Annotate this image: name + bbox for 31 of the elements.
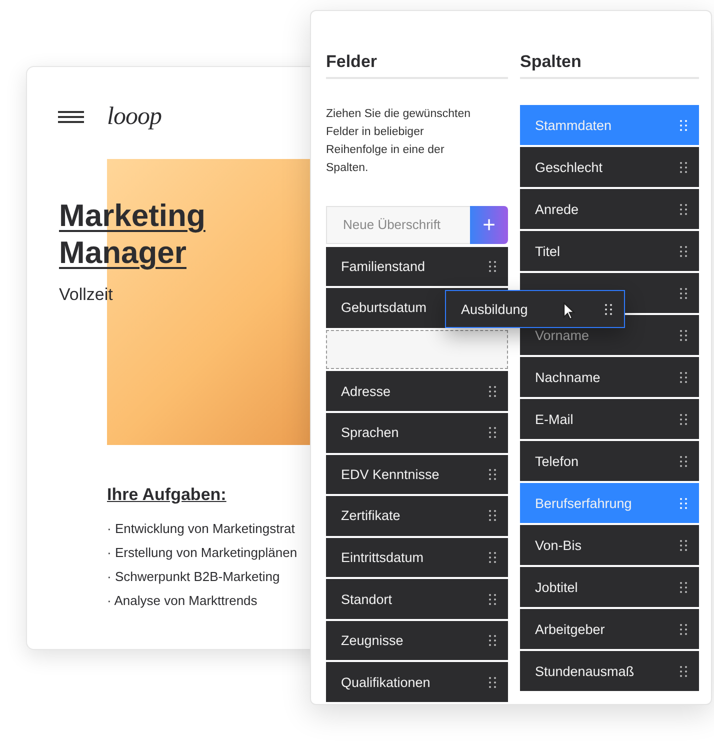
field-item[interactable]: Vorname [535,328,590,342]
field-item[interactable]: Nachname [535,370,600,384]
field-item[interactable]: E-Mail [535,412,574,426]
logo: looop [107,105,162,129]
tasks-heading: Ihre Aufgaben: [107,485,226,505]
task-item: · Erstellung von Marketingplänen [107,544,298,562]
field-item[interactable]: Jobtitel [535,580,578,594]
task-item: · Schwerpunkt B2B-Marketing [107,568,280,586]
field-item[interactable]: Anrede [535,202,579,216]
field-item[interactable]: Familienstand [341,258,426,274]
field-item[interactable]: Telefon [535,454,579,468]
field-item[interactable]: Von-Bis [535,538,582,552]
instruction-text: Ziehen Sie die gewünschten Felder in beliebiger Reihenfolge in eine der Spalten. [326,107,472,176]
field-item[interactable]: Eintrittsdatum [341,550,424,565]
field-item[interactable]: Zeugnisse [341,633,404,648]
job-title: Marketing [59,197,206,234]
field-item[interactable]: Arbeitgeber [535,622,605,636]
field-item[interactable]: Adresse [341,384,391,399]
field-item[interactable]: Sprachen [341,425,399,440]
column-heading: Spalten [520,51,699,79]
task-item: · Entwicklung von Marketingstrat [107,520,295,538]
column-heading: Felder [326,51,508,79]
field-item[interactable]: Geburtsdatum [341,300,427,316]
field-item[interactable]: Standort [341,592,392,607]
field-item[interactable]: Qualifikationen [341,674,430,690]
add-button[interactable]: + [470,206,508,244]
new-heading-field[interactable]: Neue Überschrift [326,206,470,244]
field-item[interactable]: Geschlecht [535,160,603,174]
field-item[interactable]: Zertifikate [341,508,400,524]
task-item: · Analyse von Markttrends [107,592,258,610]
field-item[interactable]: Titel [535,244,560,258]
